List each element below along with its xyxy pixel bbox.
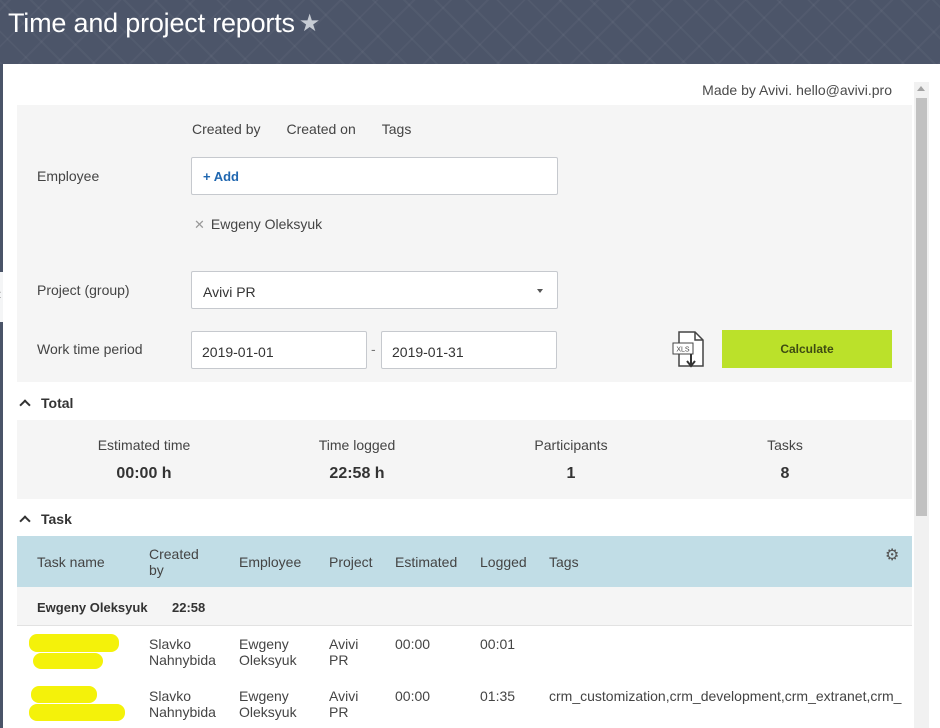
employee-group-row: Ewgeny Oleksyuk 22:58	[17, 587, 912, 626]
date-to-input[interactable]: 2019-01-31	[381, 331, 557, 369]
task-table-header: Task name Created by Employee Project Es…	[17, 536, 912, 587]
date-from-input[interactable]: 2019-01-01	[191, 331, 367, 369]
col-employee[interactable]: Employee	[239, 554, 301, 570]
date-from-value: 2019-01-01	[202, 344, 274, 360]
caret-down-icon	[537, 289, 543, 293]
col-estimated[interactable]: Estimated	[395, 554, 457, 570]
calculate-button[interactable]: Calculate	[722, 330, 892, 368]
made-by-text: Made by Avivi. hello@avivi.pro	[702, 82, 892, 98]
add-employee-link[interactable]: + Add	[203, 169, 239, 184]
gear-icon[interactable]: ⚙	[885, 545, 899, 565]
redacted-task-name	[33, 653, 103, 669]
xls-export-icon[interactable]: XLS	[671, 330, 707, 373]
stat-value: 22:58 h	[329, 465, 385, 482]
stat-logged: Time logged 22:58 h	[257, 437, 457, 483]
group-name: Ewgeny Oleksyuk	[37, 600, 148, 615]
stat-tasks: Tasks 8	[685, 437, 885, 483]
chevron-up-icon	[19, 515, 31, 527]
employee-label: Employee	[37, 168, 100, 184]
employee-field[interactable]: + Add	[191, 157, 558, 195]
total-heading: Total	[41, 395, 74, 411]
remove-chip-icon[interactable]: ✕	[194, 217, 205, 232]
totals-panel: Estimated time 00:00 h Time logged 22:58 h…	[17, 420, 912, 499]
scroll-up-arrow-icon[interactable]	[917, 86, 925, 91]
employee-chip: ✕ Ewgeny Oleksyuk	[194, 216, 322, 233]
chevron-up-icon	[19, 399, 31, 411]
stat-label: Time logged	[318, 437, 396, 453]
col-task-name[interactable]: Task name	[37, 554, 105, 570]
employee-chip-label: Ewgeny Oleksyuk	[210, 216, 323, 232]
stat-label: Tasks	[767, 437, 803, 453]
stat-value: 1	[566, 465, 576, 482]
stat-value: 00:00 h	[116, 465, 172, 482]
cell-project: Avivi PR	[329, 688, 359, 720]
filter-tabs: Created by Created on Tags	[192, 121, 437, 137]
stat-label: Participants	[534, 437, 608, 453]
stat-estimated: Estimated time 00:00 h	[44, 437, 244, 483]
col-project[interactable]: Project	[329, 554, 373, 570]
cell-estimated: 00:00	[395, 688, 431, 704]
stat-value: 8	[780, 465, 790, 482]
cell-created-by: Slavko Nahnybida	[149, 636, 216, 668]
cell-estimated: 00:00	[395, 636, 431, 652]
period-label: Work time period	[37, 341, 143, 357]
cell-project: Avivi PR	[329, 636, 359, 668]
col-created-by[interactable]: Created by	[149, 546, 209, 578]
redacted-task-name	[29, 704, 125, 721]
stat-label: Estimated time	[97, 437, 191, 453]
date-to-value: 2019-01-31	[392, 344, 464, 360]
task-section-toggle[interactable]: Task	[19, 511, 72, 527]
total-section-toggle[interactable]: Total	[19, 395, 74, 411]
scroll-thumb[interactable]	[916, 98, 927, 516]
task-heading: Task	[41, 511, 72, 527]
cell-logged: 00:01	[480, 636, 516, 652]
cell-logged: 01:35	[480, 688, 516, 704]
project-select[interactable]: Avivi PR	[191, 271, 558, 309]
page-title-text: Time and project reports	[8, 8, 295, 38]
project-label: Project (group)	[37, 282, 130, 298]
chevron-left-icon: ‹	[0, 286, 1, 304]
star-icon[interactable]: ★	[299, 9, 321, 38]
project-select-value: Avivi PR	[203, 284, 256, 300]
stat-participants: Participants 1	[471, 437, 671, 483]
redacted-task-name[interactable]	[29, 634, 119, 652]
report-panel: Made by Avivi. hello@avivi.pro Created b…	[3, 64, 940, 728]
svg-text:XLS: XLS	[676, 347, 690, 354]
cell-employee: Ewgeny Oleksyuk	[239, 688, 297, 720]
date-separator: -	[371, 341, 376, 357]
redacted-task-name[interactable]	[31, 686, 97, 703]
filter-tab-created-on[interactable]: Created on	[286, 121, 355, 137]
filter-tab-created-by[interactable]: Created by	[192, 121, 260, 137]
col-tags[interactable]: Tags	[549, 554, 579, 570]
group-total: 22:58	[172, 600, 206, 615]
cell-created-by: Slavko Nahnybida	[149, 688, 216, 720]
cell-employee: Ewgeny Oleksyuk	[239, 636, 297, 668]
filter-tab-tags[interactable]: Tags	[382, 121, 412, 137]
cell-tags: crm_customization,crm_development,crm_ex…	[549, 688, 902, 704]
col-logged[interactable]: Logged	[480, 554, 527, 570]
scrollbar[interactable]	[914, 82, 929, 728]
page-title: Time and project reports ★	[8, 8, 320, 39]
